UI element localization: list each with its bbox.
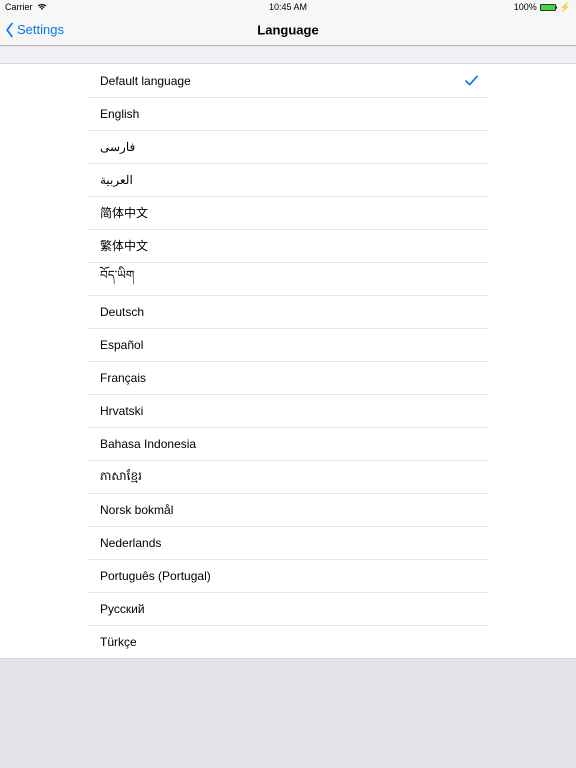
language-label: English bbox=[100, 107, 139, 121]
page-title: Language bbox=[257, 22, 318, 37]
battery-percent: 100% bbox=[514, 2, 537, 12]
language-row[interactable]: Русский bbox=[88, 592, 488, 625]
back-label: Settings bbox=[17, 22, 64, 37]
battery-icon bbox=[540, 4, 556, 11]
language-row[interactable]: Español bbox=[88, 328, 488, 361]
language-row[interactable]: 繁体中文 bbox=[88, 229, 488, 262]
language-row[interactable]: Norsk bokmål bbox=[88, 493, 488, 526]
language-table-wrapper: Default language English فارسی العربية 简体中文繁… bbox=[0, 64, 576, 659]
language-row[interactable]: Français bbox=[88, 361, 488, 394]
checkmark-icon bbox=[465, 75, 478, 87]
language-label: Português (Portugal) bbox=[100, 569, 211, 583]
language-label: Hrvatski bbox=[100, 404, 143, 418]
language-label: 繁体中文 bbox=[100, 237, 148, 254]
carrier-label: Carrier bbox=[5, 2, 33, 12]
chevron-left-icon bbox=[4, 22, 15, 38]
language-label: Deutsch bbox=[100, 305, 144, 319]
language-label: 简体中文 bbox=[100, 204, 148, 221]
language-label: فارسی bbox=[100, 140, 135, 154]
language-label: Default language bbox=[100, 74, 191, 88]
navigation-bar: Settings Language bbox=[0, 14, 576, 46]
status-bar: Carrier 10:45 AM 100% ⚡ bbox=[0, 0, 576, 14]
language-label: བོད་ཡིག bbox=[100, 262, 134, 296]
status-right: 100% ⚡ bbox=[514, 2, 571, 13]
back-button[interactable]: Settings bbox=[0, 22, 64, 38]
language-row[interactable]: Bahasa Indonesia bbox=[88, 427, 488, 460]
language-row[interactable]: 简体中文 bbox=[88, 196, 488, 229]
language-row[interactable]: العربية bbox=[88, 163, 488, 196]
section-header-gap bbox=[0, 46, 576, 64]
status-left: Carrier bbox=[5, 2, 47, 12]
charging-icon: ⚡ bbox=[560, 2, 571, 13]
language-row[interactable]: English bbox=[88, 97, 488, 130]
language-row[interactable]: Nederlands bbox=[88, 526, 488, 559]
language-label: Norsk bokmål bbox=[100, 503, 173, 517]
language-row[interactable]: བོད་ཡིག bbox=[88, 262, 488, 295]
wifi-icon bbox=[37, 3, 47, 11]
language-label: Bahasa Indonesia bbox=[100, 437, 196, 451]
language-row[interactable]: Português (Portugal) bbox=[88, 559, 488, 592]
language-label: العربية bbox=[100, 173, 133, 187]
language-row[interactable]: فارسی bbox=[88, 130, 488, 163]
language-row[interactable]: Türkçe bbox=[88, 625, 488, 658]
language-row[interactable]: Hrvatski bbox=[88, 394, 488, 427]
language-row[interactable]: Default language bbox=[88, 64, 488, 97]
language-label: Türkçe bbox=[100, 635, 137, 649]
status-time: 10:45 AM bbox=[269, 2, 307, 12]
language-label: ភាសាខ្មែរ bbox=[100, 468, 142, 486]
language-label: Русский bbox=[100, 602, 145, 616]
language-label: Français bbox=[100, 371, 146, 385]
language-table: Default language English فارسی العربية 简体中文繁… bbox=[88, 64, 488, 658]
language-row[interactable]: ភាសាខ្មែរ bbox=[88, 460, 488, 493]
language-row[interactable]: Deutsch bbox=[88, 295, 488, 328]
language-label: Nederlands bbox=[100, 536, 161, 550]
language-label: Español bbox=[100, 338, 143, 352]
